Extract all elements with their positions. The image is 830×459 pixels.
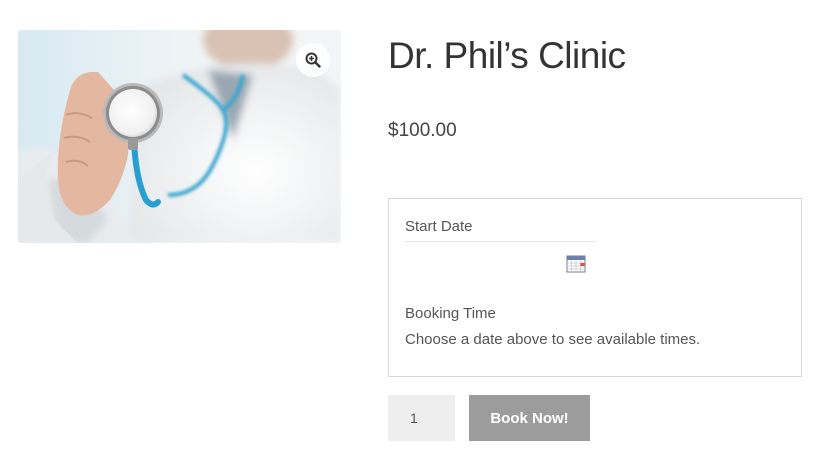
product-price: $100.00 — [388, 120, 457, 141]
zoom-in-icon — [305, 52, 321, 68]
doctor-stethoscope-photo — [18, 30, 341, 243]
product-page: Dr. Phil’s Clinic $100.00 Start Date Boo… — [0, 0, 830, 459]
product-title: Dr. Phil’s Clinic — [388, 35, 626, 76]
book-now-button[interactable]: Book Now! — [469, 395, 590, 441]
calendar-icon[interactable] — [566, 254, 586, 274]
quantity-input[interactable] — [388, 395, 455, 441]
booking-time-hint: Choose a date above to see available tim… — [405, 331, 701, 348]
product-image[interactable] — [18, 30, 341, 243]
start-date-field[interactable] — [405, 241, 597, 242]
zoom-button[interactable] — [296, 43, 330, 77]
booking-form: Start Date Booking Time Choose a date ab… — [388, 198, 802, 377]
booking-time-label: Booking Time — [405, 305, 496, 322]
start-date-label: Start Date — [405, 218, 473, 235]
